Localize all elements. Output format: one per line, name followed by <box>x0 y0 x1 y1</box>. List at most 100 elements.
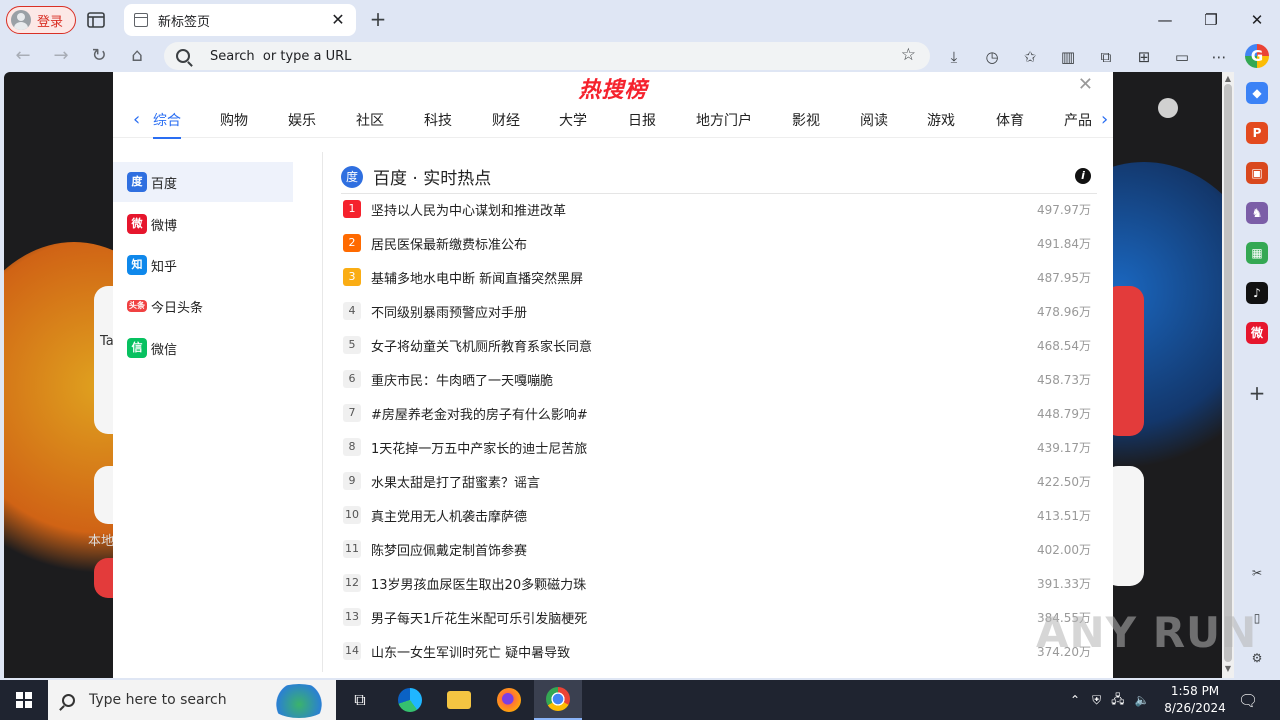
feedback-icon[interactable]: ▭ <box>1171 46 1193 68</box>
games-icon[interactable]: ▦ <box>1246 242 1268 264</box>
tab-category[interactable]: 科技 <box>424 110 452 130</box>
tab-category[interactable]: 日报 <box>628 110 656 130</box>
back-button[interactable]: ← <box>10 44 36 68</box>
list-item[interactable]: 5 女子将幼童关飞机厕所教育系家长同意 468.54万 <box>341 328 1097 362</box>
item-title[interactable]: 山东一女生军训时死亡 疑中暑导致 <box>371 642 570 661</box>
firefox-taskbar-button[interactable] <box>485 680 533 720</box>
item-title[interactable]: 13岁男孩血尿医生取出20多颗磁力珠 <box>371 574 586 593</box>
tab-category[interactable]: 影视 <box>792 110 820 130</box>
office-icon[interactable]: P <box>1246 122 1268 144</box>
volume-icon[interactable]: 🔈 <box>1134 693 1149 707</box>
reload-button[interactable]: ↻ <box>86 44 112 68</box>
tab-category[interactable]: 综合 <box>153 110 181 139</box>
scrollbar-thumb[interactable] <box>1224 84 1232 662</box>
close-tab-icon[interactable]: ✕ <box>328 10 348 30</box>
chrome-taskbar-button[interactable] <box>534 680 582 720</box>
item-title[interactable]: 女子将幼童关飞机厕所教育系家长同意 <box>371 336 592 355</box>
clock[interactable]: 1:58 PM 8/26/2024 <box>1160 683 1230 717</box>
item-title[interactable]: 居民医保最新缴费标准公布 <box>371 234 527 253</box>
list-item[interactable]: 14 山东一女生军训时死亡 疑中暑导致 374.20万 <box>341 634 1097 668</box>
list-item[interactable]: 13 男子每天1斤花生米配可乐引发脑梗死 384.55万 <box>341 600 1097 634</box>
item-title[interactable]: 不同级别暴雨预警应对手册 <box>371 302 527 321</box>
list-item[interactable]: 12 13岁男孩血尿医生取出20多颗磁力珠 391.33万 <box>341 566 1097 600</box>
tab-category[interactable]: 地方门户 <box>696 110 752 130</box>
network-icon[interactable]: 🖧 <box>1111 690 1124 711</box>
list-item[interactable]: 1 坚持以人民为中心谋划和推进改革 497.97万 <box>341 192 1097 226</box>
list-item[interactable]: 9 水果太甜是打了甜蜜素？谣言 422.50万 <box>341 464 1097 498</box>
close-icon[interactable]: ✕ <box>1078 74 1093 95</box>
forward-button[interactable]: → <box>48 44 74 68</box>
source-zhihu[interactable]: 知 知乎 <box>113 245 293 285</box>
more-menu-icon[interactable]: ⋯ <box>1208 46 1230 68</box>
list-item[interactable]: 3 基辅多地水电中断 新闻直播突然黑屏 487.95万 <box>341 260 1097 294</box>
item-title[interactable]: 真主党用无人机袭击摩萨德 <box>371 506 527 525</box>
list-item[interactable]: 8 1天花掉一万五中产家长的迪士尼苦旅 439.17万 <box>341 430 1097 464</box>
page-scrollbar[interactable]: ▲ ▼ <box>1222 72 1234 678</box>
tab-category[interactable]: 大学 <box>559 110 587 130</box>
address-bar[interactable]: ☆ <box>164 42 930 70</box>
list-item[interactable]: 7 #房屋养老金对我的房子有什么影响# 448.79万 <box>341 396 1097 430</box>
tab-new-tab[interactable]: 新标签页 ✕ <box>124 4 356 36</box>
item-title[interactable]: #房屋养老金对我的房子有什么影响# <box>371 404 588 423</box>
taskbar-search[interactable]: Type here to search <box>48 680 336 720</box>
source-toutiao[interactable]: 头条 今日头条 <box>113 286 293 326</box>
restore-button[interactable]: ❐ <box>1188 6 1234 34</box>
close-window-button[interactable]: ✕ <box>1234 6 1280 34</box>
profile-button[interactable]: 登录 <box>6 6 76 34</box>
notification-button[interactable]: 🗨 <box>1238 680 1258 720</box>
defender-icon[interactable]: ⛨ <box>1092 693 1101 708</box>
task-view-button[interactable]: ⧉ <box>336 680 384 720</box>
item-title[interactable]: 1天花掉一万五中产家长的迪士尼苦旅 <box>371 438 587 457</box>
tag-icon[interactable]: ◆ <box>1246 82 1268 104</box>
tab-category[interactable]: 社区 <box>356 110 384 130</box>
collections-icon[interactable]: ⧉ <box>1095 46 1117 68</box>
bookmark-star-icon[interactable]: ☆ <box>901 45 916 65</box>
list-item[interactable]: 10 真主党用无人机袭击摩萨德 413.51万 <box>341 498 1097 532</box>
info-icon[interactable]: i <box>1075 168 1091 184</box>
item-title[interactable]: 重庆市民：牛肉晒了一天嘎嘣脆 <box>371 370 553 389</box>
tab-category[interactable]: 阅读 <box>860 110 888 130</box>
item-title[interactable]: 基辅多地水电中断 新闻直播突然黑屏 <box>371 268 583 287</box>
address-input[interactable] <box>210 48 830 64</box>
copilot-icon[interactable]: G <box>1245 44 1269 68</box>
list-item[interactable]: 2 居民医保最新缴费标准公布 491.84万 <box>341 226 1097 260</box>
start-button[interactable] <box>0 680 48 720</box>
weibo-sidebar-icon[interactable]: 微 <box>1246 322 1268 344</box>
scroll-down-arrow-icon[interactable]: ▼ <box>1223 664 1233 673</box>
source-wechat[interactable]: 信 微信 <box>113 328 293 368</box>
download-icon[interactable]: ⤓ <box>943 46 965 68</box>
background-search-icon[interactable] <box>1158 98 1178 118</box>
tiktok-icon[interactable]: ♪ <box>1246 282 1268 304</box>
item-title[interactable]: 陈梦回应佩戴定制首饰参赛 <box>371 540 527 559</box>
list-item[interactable]: 11 陈梦回应佩戴定制首饰参赛 402.00万 <box>341 532 1097 566</box>
new-tab-button[interactable]: + <box>366 8 390 32</box>
scroll-up-arrow-icon[interactable]: ▲ <box>1223 74 1233 83</box>
tab-category[interactable]: 购物 <box>220 110 248 130</box>
chevron-right-icon[interactable]: › <box>1101 109 1108 130</box>
screenshot-icon[interactable]: ✂ <box>1246 562 1268 584</box>
chevron-up-icon[interactable]: ⌃ <box>1070 693 1080 707</box>
tab-category[interactable]: 娱乐 <box>288 110 316 130</box>
explorer-taskbar-button[interactable] <box>435 680 483 720</box>
toolbox-icon[interactable]: ▣ <box>1246 162 1268 184</box>
minimize-button[interactable]: — <box>1142 6 1188 34</box>
item-title[interactable]: 水果太甜是打了甜蜜素？谣言 <box>371 472 540 491</box>
item-title[interactable]: 男子每天1斤花生米配可乐引发脑梗死 <box>371 608 587 627</box>
tab-category[interactable]: 产品 <box>1064 110 1092 130</box>
add-sidebar-icon[interactable]: + <box>1246 382 1268 404</box>
history-icon[interactable]: ◷ <box>981 46 1003 68</box>
chevron-left-icon[interactable]: ‹ <box>133 109 140 130</box>
tab-category[interactable]: 体育 <box>996 110 1024 130</box>
list-item[interactable]: 4 不同级别暴雨预警应对手册 478.96万 <box>341 294 1097 328</box>
chess-icon[interactable]: ♞ <box>1246 202 1268 224</box>
list-item[interactable]: 6 重庆市民：牛肉晒了一天嘎嘣脆 458.73万 <box>341 362 1097 396</box>
tab-category[interactable]: 财经 <box>492 110 520 130</box>
tab-actions-icon[interactable] <box>86 10 106 30</box>
source-baidu[interactable]: 度 百度 <box>113 162 293 202</box>
edge-taskbar-button[interactable] <box>386 680 434 720</box>
reading-view-icon[interactable]: ▥ <box>1057 46 1079 68</box>
tab-category[interactable]: 游戏 <box>927 110 955 130</box>
favorites-icon[interactable]: ✩ <box>1019 46 1041 68</box>
source-weibo[interactable]: 微 微博 <box>113 204 293 244</box>
extensions-icon[interactable]: ⊞ <box>1133 46 1155 68</box>
